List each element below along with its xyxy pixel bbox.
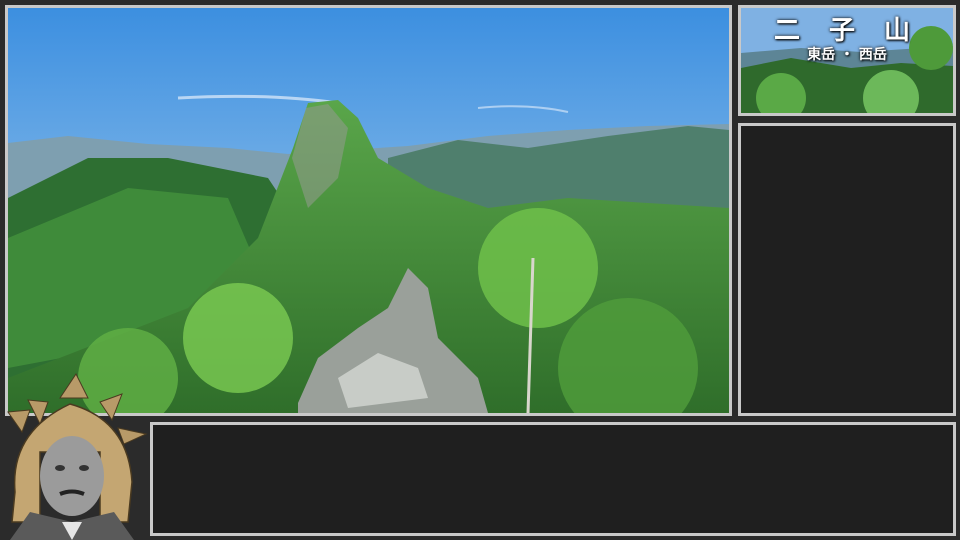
subtitle-text <box>153 425 953 445</box>
mountain-ridge-photo <box>8 8 729 413</box>
subtitle-box <box>150 422 956 536</box>
mountain-title: 二 子 山 <box>773 16 921 46</box>
mountain-subtitle: 東岳 ・ 西岳 <box>807 47 887 63</box>
narrator-avatar <box>7 373 148 540</box>
title-thumbnail: 二 子 山 東岳 ・ 西岳 <box>738 5 956 116</box>
side-panel <box>738 123 956 416</box>
main-video-frame <box>5 5 732 416</box>
